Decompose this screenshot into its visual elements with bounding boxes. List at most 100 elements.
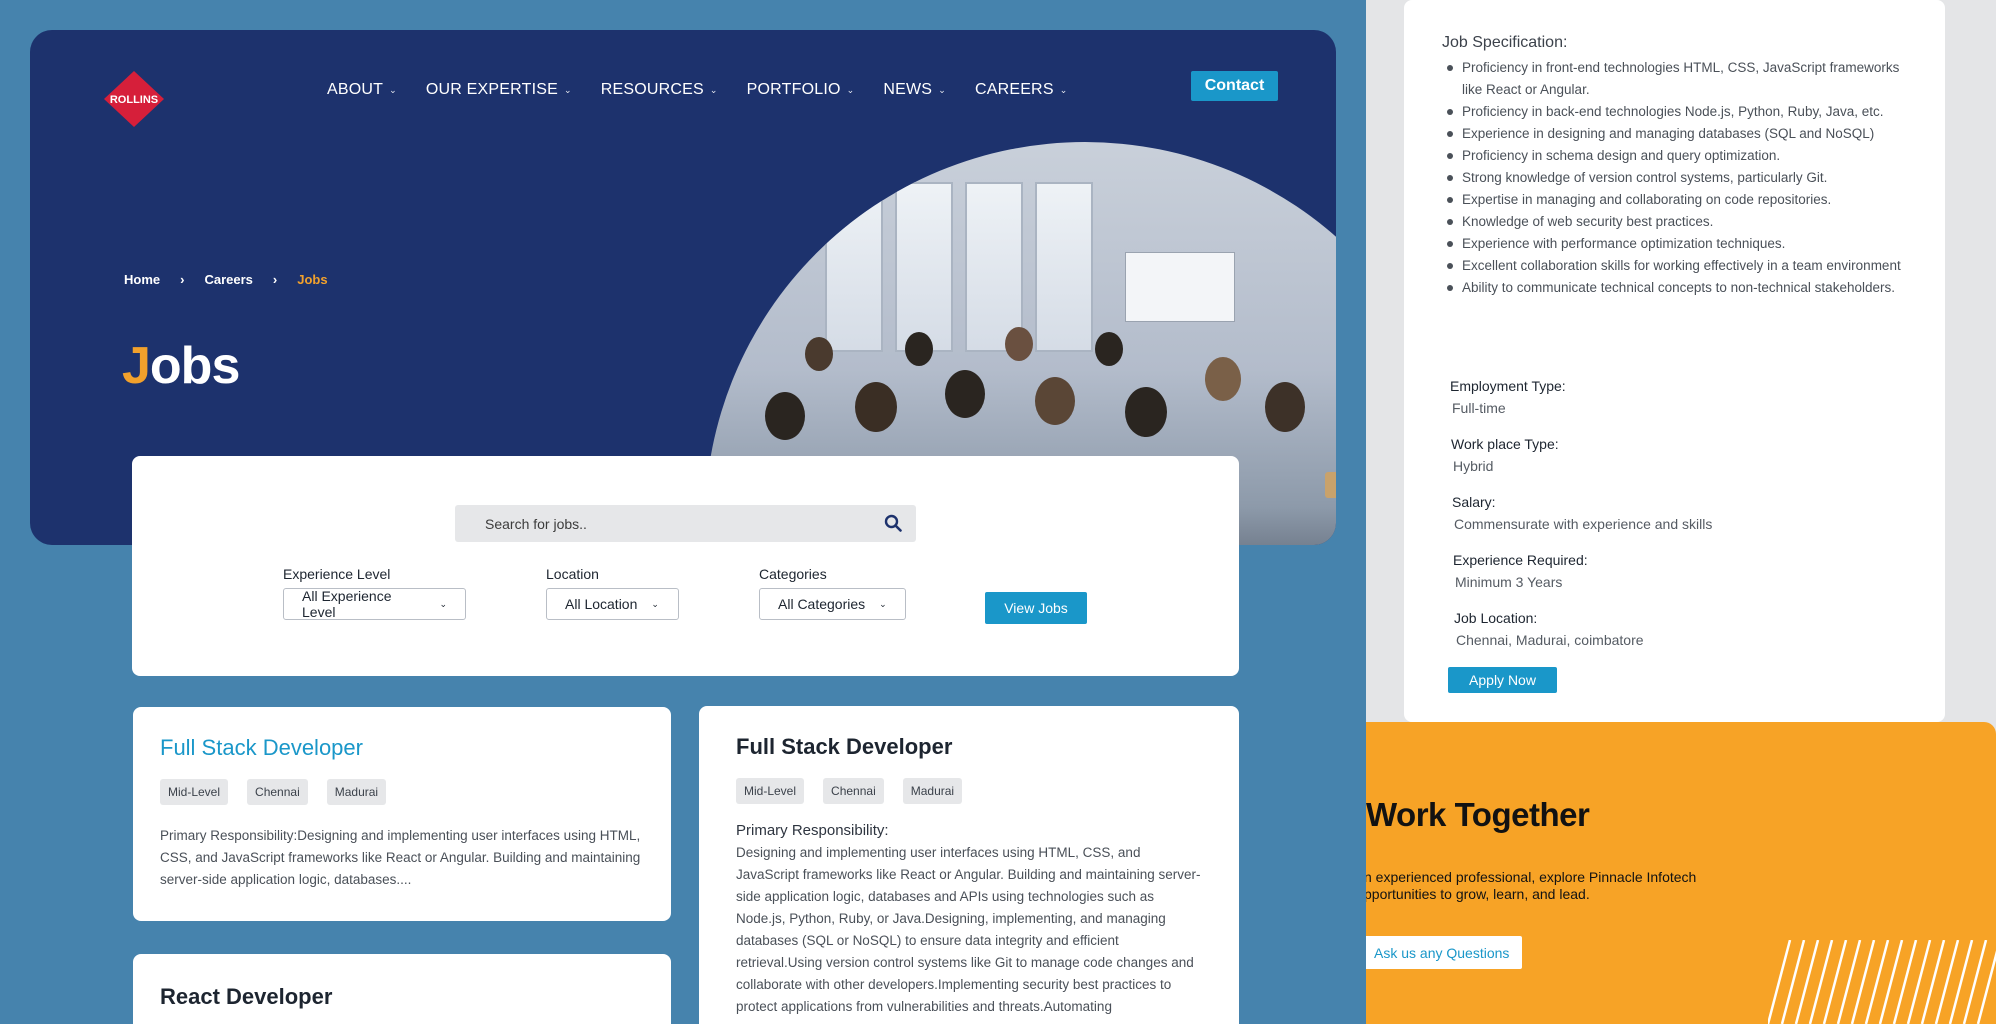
job-title[interactable]: React Developer bbox=[160, 984, 644, 1010]
title-rest: obs bbox=[149, 337, 240, 395]
filter-label: Location bbox=[546, 566, 599, 582]
chevron-down-icon: ⌄ bbox=[1059, 84, 1068, 95]
nav-portfolio[interactable]: PORTFOLIO ⌄ bbox=[747, 81, 855, 99]
nav-our-expertise[interactable]: OUR EXPERTISE ⌄ bbox=[426, 81, 572, 99]
chevron-down-icon: ⌄ bbox=[389, 84, 397, 95]
cta-title: Work Together bbox=[1366, 796, 1590, 833]
nav-label: CAREERS bbox=[974, 81, 1054, 98]
filter-label: Experience Level bbox=[283, 566, 391, 582]
rollins-logo[interactable]: ROLLINS bbox=[102, 67, 166, 131]
select-value: All Location bbox=[565, 596, 638, 612]
page-title: Jobs bbox=[122, 336, 240, 396]
experience-filter: Experience Level All Experience Level ⌄ bbox=[283, 566, 466, 620]
spec-item: Experience in designing and managing dat… bbox=[1446, 123, 1916, 145]
select-value: All Categories bbox=[778, 596, 866, 612]
nav-resources[interactable]: RESOURCES ⌄ bbox=[601, 81, 718, 99]
nav-news[interactable]: NEWS ⌄ bbox=[883, 81, 946, 99]
location-filter: Location All Location ⌄ bbox=[546, 566, 679, 620]
work-together-banner: Work Together n experienced professional… bbox=[1366, 722, 1996, 1024]
breadcrumb: Home › Careers › Jobs bbox=[124, 272, 328, 287]
tag-level: Mid-Level bbox=[736, 778, 805, 804]
nav-label: RESOURCES bbox=[600, 81, 704, 98]
detail-value: Hybrid bbox=[1453, 458, 1494, 474]
apply-now-button[interactable]: Apply Now bbox=[1448, 667, 1557, 693]
spec-item: Proficiency in schema design and query o… bbox=[1446, 145, 1916, 167]
responsibility-heading: Primary Responsibility: bbox=[736, 822, 889, 839]
chevron-down-icon: ⌄ bbox=[651, 598, 659, 609]
ask-questions-button[interactable]: Ask us any Questions bbox=[1366, 936, 1522, 969]
search-input[interactable] bbox=[455, 505, 916, 542]
search-icon[interactable] bbox=[884, 514, 902, 532]
chevron-down-icon: ⌄ bbox=[846, 84, 855, 95]
experience-select[interactable]: All Experience Level ⌄ bbox=[283, 588, 466, 620]
detail-value: Minimum 3 Years bbox=[1455, 574, 1563, 590]
workplace-type: Work place Type: Hybrid bbox=[1451, 436, 1559, 474]
detail-value: Full-time bbox=[1452, 400, 1506, 416]
chevron-right-icon: › bbox=[272, 272, 278, 287]
job-location: Job Location: Chennai, Madurai, coimbato… bbox=[1454, 610, 1644, 648]
chevron-down-icon: ⌄ bbox=[938, 84, 946, 95]
chevron-down-icon: ⌄ bbox=[879, 598, 887, 609]
spec-item: Expertise in managing and collaborating … bbox=[1446, 189, 1916, 211]
nav-label: NEWS bbox=[883, 81, 933, 98]
job-detail-title: Full Stack Developer bbox=[736, 734, 953, 759]
detail-value: Commensurate with experience and skills bbox=[1454, 516, 1713, 532]
employment-type: Employment Type: Full-time bbox=[1450, 378, 1566, 416]
tag-location: Madurai bbox=[326, 779, 387, 805]
chevron-down-icon: ⌄ bbox=[439, 598, 447, 609]
responsibility-text: Designing and implementing user interfac… bbox=[736, 845, 1201, 1014]
title-accent-letter: J bbox=[122, 337, 151, 395]
job-specification-panel: Job Specification: Proficiency in front-… bbox=[1366, 0, 1996, 1024]
nav-label: OUR EXPERTISE bbox=[425, 81, 558, 98]
nav-label: ABOUT bbox=[327, 81, 384, 98]
spec-item: Experience with performance optimization… bbox=[1446, 233, 1916, 255]
categories-filter: Categories All Categories ⌄ bbox=[759, 566, 906, 620]
job-card[interactable]: Full Stack Developer Mid-Level Chennai M… bbox=[133, 707, 671, 921]
filter-label: Categories bbox=[759, 566, 827, 582]
detail-label: Salary: bbox=[1452, 494, 1496, 510]
search-box bbox=[455, 505, 916, 542]
contact-button[interactable]: Contact bbox=[1191, 71, 1278, 101]
detail-label: Job Location: bbox=[1454, 610, 1538, 626]
spec-item: Excellent collaboration skills for worki… bbox=[1446, 255, 1916, 277]
job-card[interactable]: React Developer bbox=[133, 954, 671, 1024]
svg-text:ROLLINS: ROLLINS bbox=[110, 94, 158, 106]
cta-text: n experienced professional, explore Pinn… bbox=[1366, 869, 1697, 902]
tag-location: Chennai bbox=[247, 779, 308, 805]
chevron-right-icon: › bbox=[180, 272, 185, 287]
nav-about[interactable]: ABOUT ⌄ bbox=[327, 81, 397, 99]
chevron-down-icon: ⌄ bbox=[564, 84, 572, 95]
job-tags: Mid-Level Chennai Madurai bbox=[160, 779, 644, 805]
job-detail-card: Full Stack Developer Mid-Level Chennai M… bbox=[699, 706, 1239, 1024]
breadcrumb-careers[interactable]: Careers bbox=[204, 272, 252, 287]
spec-item: Strong knowledge of version control syst… bbox=[1446, 167, 1916, 189]
spec-title: Job Specification: bbox=[1442, 34, 1568, 51]
detail-value: Chennai, Madurai, coimbatore bbox=[1456, 632, 1644, 648]
nav-label: PORTFOLIO bbox=[746, 81, 841, 98]
detail-label: Experience Required: bbox=[1453, 552, 1588, 568]
job-excerpt: Primary Responsibility:Designing and imp… bbox=[160, 828, 641, 887]
salary: Salary: Commensurate with experience and… bbox=[1452, 494, 1712, 532]
job-search-panel: Experience Level All Experience Level ⌄ L… bbox=[132, 456, 1239, 676]
job-title[interactable]: Full Stack Developer bbox=[160, 735, 644, 761]
tag-location: Chennai bbox=[823, 778, 884, 804]
spec-item: Proficiency in back-end technologies Nod… bbox=[1446, 101, 1916, 123]
spec-item: Proficiency in front-end technologies HT… bbox=[1446, 57, 1916, 101]
spec-list: Proficiency in front-end technologies HT… bbox=[1446, 57, 1916, 299]
detail-label: Work place Type: bbox=[1451, 436, 1559, 452]
nav-careers[interactable]: CAREERS ⌄ bbox=[975, 81, 1068, 99]
chevron-down-icon: ⌄ bbox=[709, 84, 718, 95]
tag-level: Mid-Level bbox=[160, 779, 229, 805]
categories-select[interactable]: All Categories ⌄ bbox=[759, 588, 906, 620]
breadcrumb-home[interactable]: Home bbox=[124, 272, 160, 287]
breadcrumb-current: Jobs bbox=[297, 272, 328, 287]
tag-location: Madurai bbox=[902, 778, 963, 804]
careers-page: ROLLINS ABOUT ⌄ OUR EXPERTISE ⌄ RESOURCES ⌄… bbox=[0, 0, 1366, 1024]
stripes-decoration bbox=[1768, 940, 1996, 1024]
select-value: All Experience Level bbox=[302, 588, 392, 620]
view-jobs-button[interactable]: View Jobs bbox=[985, 592, 1087, 624]
experience-required: Experience Required: Minimum 3 Years bbox=[1453, 552, 1588, 590]
location-select[interactable]: All Location ⌄ bbox=[546, 588, 679, 620]
spec-card: Job Specification: Proficiency in front-… bbox=[1404, 0, 1945, 722]
spec-item: Ability to communicate technical concept… bbox=[1446, 277, 1916, 299]
